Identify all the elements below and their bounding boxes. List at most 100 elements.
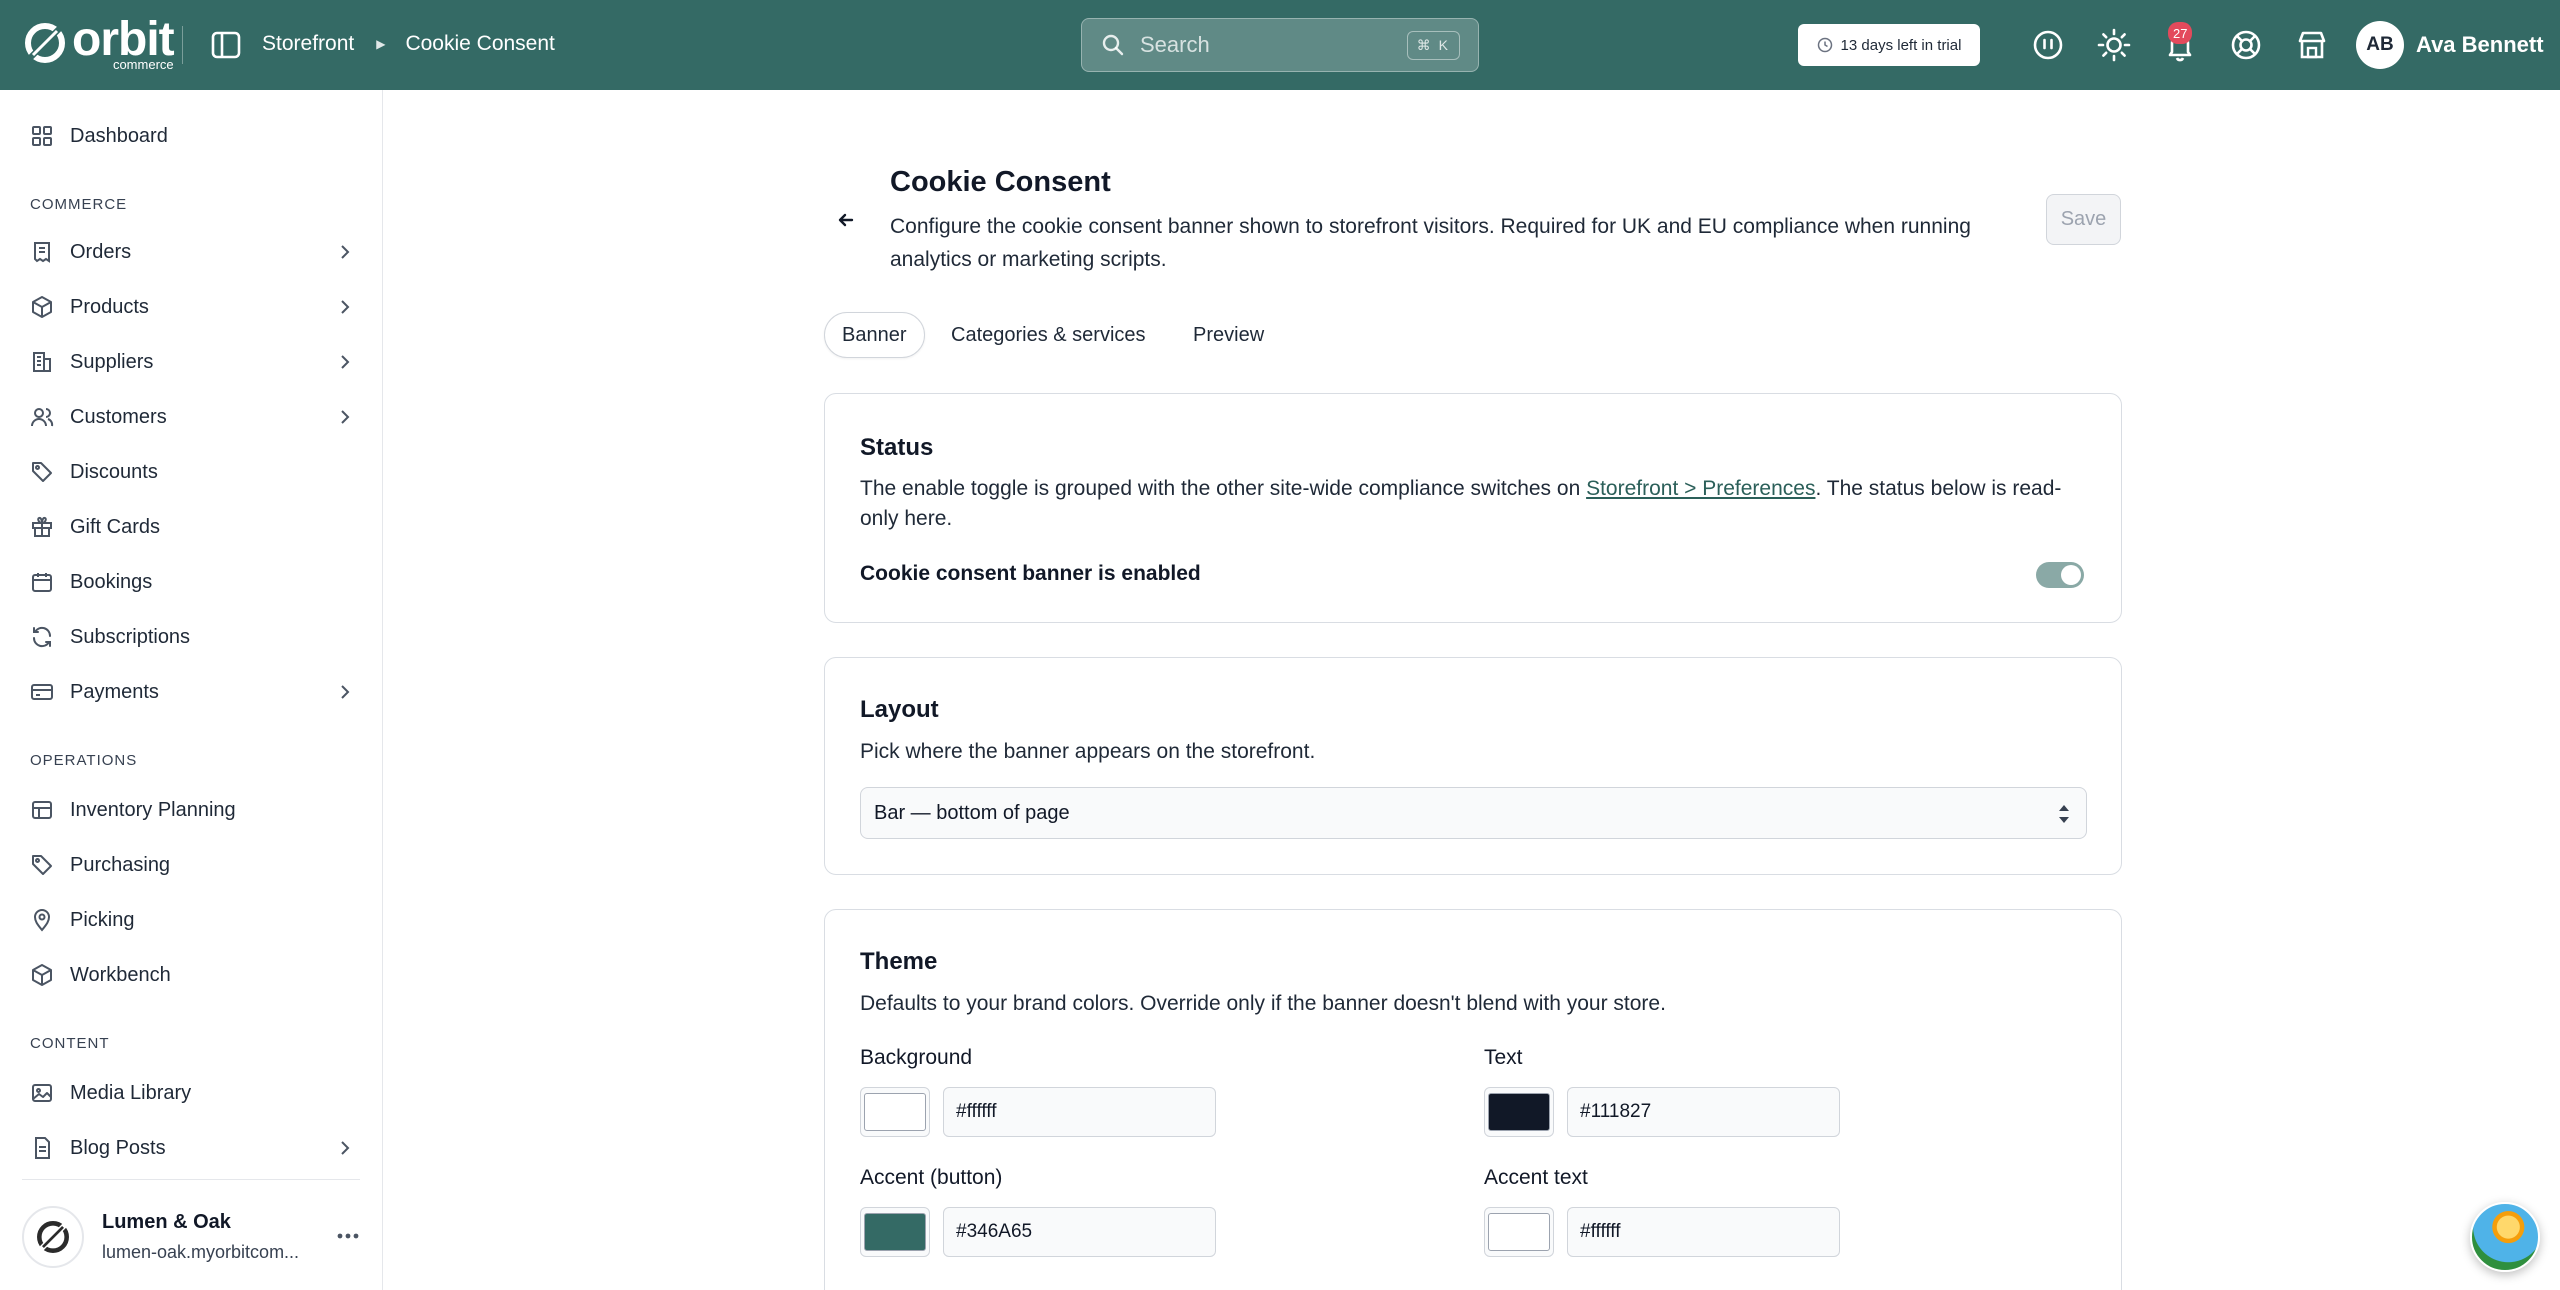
store-switcher[interactable]: Lumen & Oak lumen-oak.myorbitcom...: [22, 1202, 362, 1272]
search-input[interactable]: Search: [1140, 32, 1407, 58]
sidebar-item-label: Orders: [70, 240, 132, 263]
orders-icon: [34, 242, 50, 263]
sidebar-item-picking[interactable]: Picking: [30, 900, 360, 940]
box-icon: [32, 296, 52, 318]
sidebar-item-label: Dashboard: [70, 124, 168, 147]
sidebar-item-media-library[interactable]: Media Library: [30, 1073, 360, 1113]
location-icon: [33, 909, 51, 932]
sidebar-item-suppliers[interactable]: Suppliers: [30, 342, 360, 382]
background-color-picker[interactable]: [860, 1087, 930, 1137]
refresh-icon: [32, 626, 52, 648]
sidebar-item-bookings[interactable]: Bookings: [30, 562, 360, 602]
banner-layout-select[interactable]: Bar — bottom of page: [860, 787, 2087, 839]
accent-text-swatch: [1488, 1213, 1550, 1251]
sidebar-item-label: Customers: [70, 405, 167, 428]
sidebar-item-orders[interactable]: Orders: [30, 232, 360, 272]
toggle-knob: [2061, 565, 2081, 585]
tab-categories-services[interactable]: Categories & services: [934, 312, 1163, 358]
image-icon: [32, 1084, 52, 1102]
header-divider: [182, 26, 183, 64]
card-icon: [31, 684, 53, 700]
sidebar-item-products[interactable]: Products: [30, 287, 360, 327]
user-avatar[interactable]: AB: [2356, 21, 2404, 69]
trial-text: 13 days left in trial: [1840, 36, 1962, 54]
sidebar-divider: [22, 1179, 360, 1180]
accent-text-hex-input[interactable]: [1567, 1207, 1840, 1257]
orbit-logo-icon: [37, 1221, 69, 1253]
breadcrumb-current: Cookie Consent: [405, 32, 555, 55]
store-name: Lumen & Oak: [102, 1211, 231, 1233]
help-lifebuoy-icon[interactable]: [2229, 28, 2263, 62]
breadcrumb-separator-icon: ▶: [376, 37, 386, 51]
storefront-preferences-link[interactable]: Storefront > Preferences: [1586, 477, 1815, 500]
dashboard-icon: [32, 126, 52, 146]
background-swatch: [864, 1093, 926, 1131]
breadcrumb: Storefront ▶ Cookie Consent: [262, 32, 555, 56]
store-url: lumen-oak.myorbitcom...: [102, 1242, 300, 1262]
sidebar-item-label: Subscriptions: [70, 625, 191, 648]
building-icon: [33, 352, 51, 372]
text-color-picker[interactable]: [1484, 1087, 1554, 1137]
logo-wordmark: orbit: [72, 13, 175, 66]
trial-badge[interactable]: 13 days left in trial: [1798, 24, 1980, 66]
tab-banner[interactable]: Banner: [824, 312, 925, 358]
page-description: Configure the cookie consent banner show…: [890, 215, 1971, 271]
document-icon: [35, 1137, 50, 1159]
status-title: Status: [860, 434, 934, 461]
theme-card: Theme Defaults to your brand colors. Ove…: [824, 909, 2122, 1290]
save-button[interactable]: Save: [2046, 194, 2121, 245]
sidebar-item-label: Products: [70, 295, 149, 318]
theme-description: Defaults to your brand colors. Override …: [860, 992, 1666, 1015]
clock-icon: [1817, 37, 1832, 53]
search-bar[interactable]: Search ⌘ K: [1081, 18, 1479, 72]
sidebar-item-purchasing[interactable]: Purchasing: [30, 845, 360, 885]
tab-preview[interactable]: Preview: [1176, 312, 1281, 358]
page-title: Cookie Consent: [890, 166, 1111, 198]
cookie-consent-toggle: [2036, 562, 2084, 588]
accent-button-swatch: [864, 1213, 926, 1251]
background-hex-input[interactable]: [943, 1087, 1216, 1137]
status-label: Cookie consent banner is enabled: [860, 562, 1201, 585]
select-value: Bar — bottom of page: [874, 801, 1070, 824]
text-hex-input[interactable]: [1567, 1087, 1840, 1137]
sidebar-item-dashboard[interactable]: Dashboard: [30, 116, 360, 156]
sidebar-item-gift-cards[interactable]: Gift Cards: [30, 507, 360, 547]
tag-icon: [32, 462, 52, 482]
more-options-icon[interactable]: [334, 1224, 362, 1248]
box-icon: [32, 964, 52, 986]
breadcrumb-storefront[interactable]: Storefront: [262, 32, 354, 56]
sidebar-item-label: Inventory Planning: [70, 798, 236, 821]
assistant-launcher-icon[interactable]: [2470, 1202, 2540, 1272]
theme-sun-icon[interactable]: [2097, 28, 2131, 62]
sidebar-item-subscriptions[interactable]: Subscriptions: [30, 617, 360, 657]
sidebar-item-blog-posts[interactable]: Blog Posts: [30, 1128, 360, 1168]
accent-button-color-picker[interactable]: [860, 1207, 930, 1257]
sidebar-item-label: Purchasing: [70, 853, 171, 876]
back-arrow-icon[interactable]: [832, 206, 860, 234]
sidebar-item-payments[interactable]: Payments: [30, 672, 360, 712]
sidebar-item-inventory-planning[interactable]: Inventory Planning: [30, 790, 360, 830]
sidebar-item-label: Bookings: [70, 570, 153, 593]
accent-text-color-picker[interactable]: [1484, 1207, 1554, 1257]
section-label-content: CONTENT: [30, 1035, 110, 1052]
sidebar-item-workbench[interactable]: Workbench: [30, 955, 360, 995]
orbit-logo-icon: [25, 23, 65, 63]
accent-button-hex-input[interactable]: [943, 1207, 1216, 1257]
sidebar-item-discounts[interactable]: Discounts: [30, 452, 360, 492]
sidebar-item-label: Workbench: [70, 963, 171, 986]
status-card: Status The enable toggle is grouped with…: [824, 393, 2122, 623]
chevron-right-icon: [341, 410, 350, 424]
store-logo: [22, 1206, 84, 1268]
storefront-icon[interactable]: [2295, 28, 2329, 62]
chevron-right-icon: [341, 300, 350, 314]
calendar-icon: [32, 573, 52, 592]
user-name[interactable]: Ava Bennett: [2416, 32, 2544, 58]
sidebar-toggle-icon[interactable]: [210, 30, 242, 60]
layout-description: Pick where the banner appears on the sto…: [860, 740, 1316, 763]
brand-logo[interactable]: orbit commerce: [22, 13, 175, 71]
feedback-icon[interactable]: [2031, 28, 2065, 62]
sidebar-item-label: Blog Posts: [70, 1136, 166, 1159]
sidebar-item-customers[interactable]: Customers: [30, 397, 360, 437]
section-label-operations: OPERATIONS: [30, 752, 138, 769]
section-label-commerce: COMMERCE: [30, 196, 128, 213]
